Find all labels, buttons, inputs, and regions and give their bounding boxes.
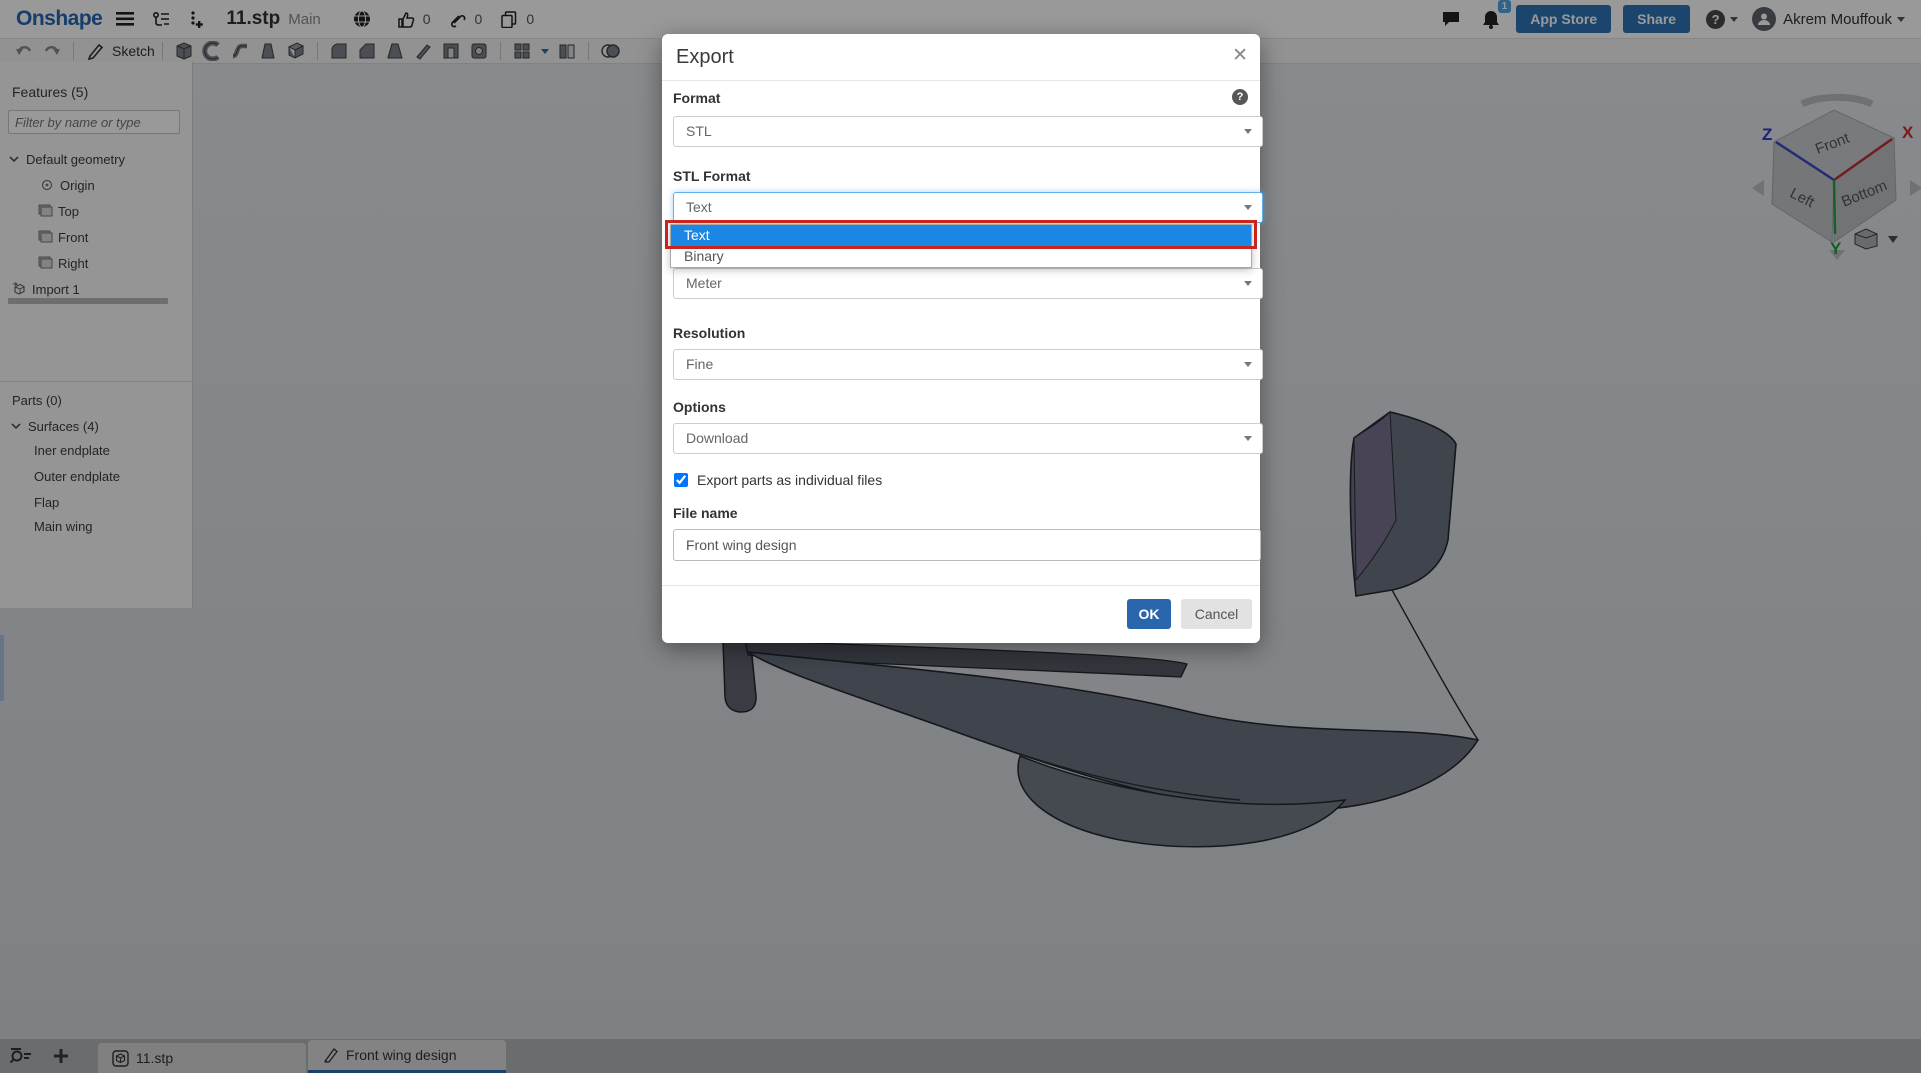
select-caret-icon (1244, 362, 1252, 367)
stl-format-select[interactable]: Text (673, 192, 1263, 223)
export-dialog: Export ✕ Format ? STL STL Format Text Te… (662, 34, 1263, 643)
options-label: Options (673, 399, 726, 415)
stl-format-label: STL Format (673, 168, 751, 184)
format-value: STL (686, 123, 712, 139)
format-label: Format (673, 90, 721, 106)
dropdown-option-text[interactable]: Text (671, 225, 1251, 246)
select-caret-icon (1244, 281, 1252, 286)
resolution-label: Resolution (673, 325, 746, 341)
ok-button[interactable]: OK (1127, 599, 1171, 629)
format-select[interactable]: STL (673, 116, 1263, 147)
resolution-value: Fine (686, 356, 714, 372)
units-value: Meter (686, 275, 722, 291)
select-caret-icon (1244, 129, 1252, 134)
select-caret-icon (1244, 436, 1252, 441)
options-value: Download (686, 430, 749, 446)
checkbox-label: Export parts as individual files (697, 472, 883, 488)
file-name-input[interactable] (673, 529, 1261, 561)
file-name-label: File name (673, 505, 738, 521)
resolution-select[interactable]: Fine (673, 349, 1263, 380)
divider (662, 80, 1260, 81)
stl-format-value: Text (686, 199, 712, 215)
export-individual-checkbox[interactable] (674, 473, 688, 487)
units-select[interactable]: Meter (673, 268, 1263, 299)
export-individual-files-row: Export parts as individual files (673, 472, 882, 488)
close-icon[interactable]: ✕ (1232, 44, 1248, 67)
select-caret-icon (1244, 205, 1252, 210)
format-help-icon[interactable]: ? (1232, 89, 1248, 105)
cancel-button[interactable]: Cancel (1181, 599, 1252, 629)
stl-format-dropdown: Text Binary (670, 224, 1252, 268)
divider (662, 585, 1260, 586)
onshape-app: Front Left Bottom Z X Y Onshape 11.stp M… (0, 0, 1921, 1073)
dropdown-option-binary[interactable]: Binary (671, 246, 1251, 267)
options-select[interactable]: Download (673, 423, 1263, 454)
dialog-title: Export (676, 46, 734, 68)
